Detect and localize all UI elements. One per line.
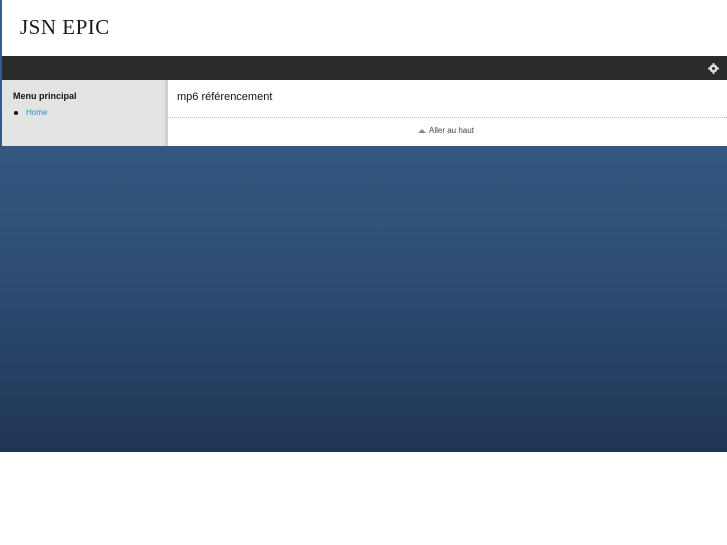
page-title: mp6 référencement	[177, 91, 273, 103]
sidebar: Menu principal Home	[2, 80, 168, 146]
sidebar-item-home[interactable]: Home	[13, 108, 47, 117]
page-container: JSN EPIC Menu principal Home mp6 référen…	[2, 0, 727, 146]
divider	[168, 117, 727, 118]
back-to-top-label[interactable]: Aller au haut	[429, 126, 474, 135]
bullet-icon	[14, 110, 18, 115]
gear-icon[interactable]	[708, 63, 719, 74]
site-header: JSN EPIC	[2, 0, 727, 56]
sidebar-item-label[interactable]: Home	[26, 108, 47, 117]
arrow-up-icon	[418, 128, 426, 133]
menu-title: Menu principal	[13, 91, 77, 101]
top-bar	[2, 56, 727, 80]
main-content: mp6 référencement Aller au haut	[168, 80, 727, 146]
back-to-top-link[interactable]: Aller au haut	[418, 126, 474, 135]
site-logo[interactable]: JSN EPIC	[20, 15, 110, 40]
